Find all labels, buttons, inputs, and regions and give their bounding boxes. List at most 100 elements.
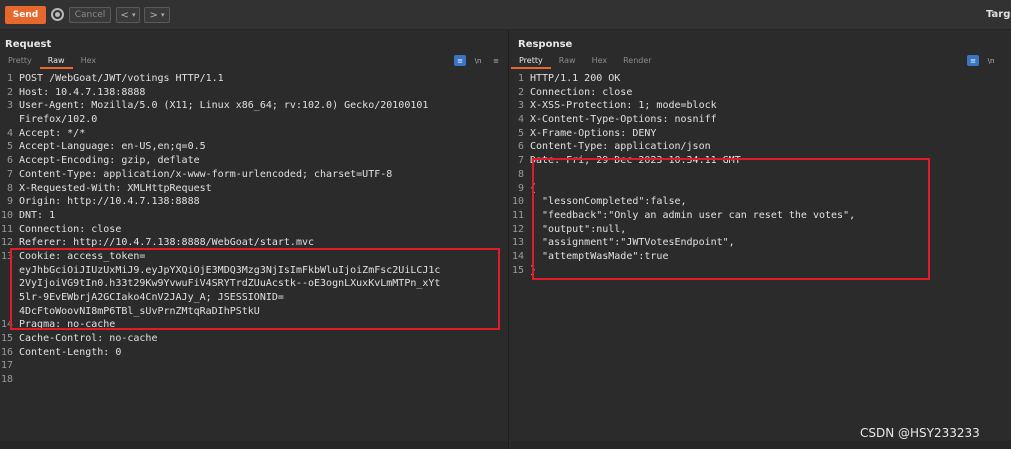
line-text: Content-Type: application/json	[530, 141, 711, 153]
back-history-dropdown-icon[interactable]: ▾	[132, 11, 136, 19]
line-number: 14	[511, 250, 524, 262]
line-text: X-Frame-Options: DENY	[530, 127, 657, 139]
send-button[interactable]: Send	[5, 6, 46, 24]
line-number: 2	[517, 86, 524, 98]
line-text: Content-Length: 0	[19, 346, 122, 358]
line-number: 1	[6, 73, 13, 84]
line-number: 4	[517, 114, 524, 126]
watermark: CSDN @HSY233233	[860, 426, 980, 440]
line-text: X-XSS-Protection: 1; mode=block	[530, 100, 717, 112]
code-line: 7 Content-Type: application/x-www-form-ur…	[0, 168, 508, 182]
request-tabs: Pretty Raw Hex	[0, 55, 104, 69]
code-line: 1 POST /WebGoat/JWT/votings HTTP/1.1	[0, 72, 508, 86]
wrap-lines-icon[interactable]: ≡	[454, 55, 466, 66]
code-line: 5 Accept-Language: en-US,en;q=0.5	[0, 140, 508, 154]
code-line: 4 Accept: */*	[0, 127, 508, 141]
line-text: Cache-Control: no-cache	[19, 333, 158, 345]
horizontal-scrollbar[interactable]	[511, 441, 1011, 449]
code-line: 9 Origin: http://10.4.7.138:8888	[0, 195, 508, 209]
code-line: 8 X-Requested-With: XMLHttpRequest	[0, 182, 508, 196]
response-tabs: Pretty Raw Hex Render	[511, 55, 660, 69]
tab-raw[interactable]: Raw	[39, 55, 73, 69]
response-editor[interactable]: 1 HTTP/1.1 200 OK 2 Connection: close 3 X-XSS…	[511, 71, 1011, 441]
request-editor[interactable]: 1 POST /WebGoat/JWT/votings HTTP/1.1 2 Host…	[0, 71, 508, 441]
line-number: 15	[0, 333, 13, 345]
line-text: Host: 10.4.7.138:8888	[19, 86, 146, 98]
line-text: Origin: http://10.4.7.138:8888	[19, 196, 200, 208]
line-number: 18	[0, 374, 13, 386]
json-highlight-box	[532, 158, 930, 280]
tab-hex[interactable]: Hex	[584, 55, 616, 69]
code-line: 15 Cache-Control: no-cache	[0, 332, 508, 346]
show-newlines-icon[interactable]: \n	[472, 55, 484, 66]
horizontal-scrollbar[interactable]	[0, 441, 508, 449]
request-lines: 1 POST /WebGoat/JWT/votings HTTP/1.1 2 Host…	[0, 72, 508, 387]
line-number: 4	[6, 127, 13, 139]
cancel-button[interactable]: Cancel	[69, 7, 111, 23]
code-line: 17	[0, 359, 508, 373]
tab-hex[interactable]: Hex	[73, 55, 105, 69]
line-number: 3	[517, 100, 524, 112]
line-text: X-Requested-With: XMLHttpRequest	[19, 182, 212, 194]
code-line: Firefox/102.0	[0, 113, 508, 127]
cookie-highlight-box	[10, 248, 500, 330]
show-newlines-icon[interactable]: \n	[985, 55, 997, 66]
code-line: 1 HTTP/1.1 200 OK	[511, 72, 1011, 86]
line-text: POST /WebGoat/JWT/votings HTTP/1.1	[19, 73, 224, 84]
line-number: 13	[511, 237, 524, 249]
toolbar: Send Cancel <▾ >▾ Targe	[0, 0, 1011, 30]
line-number: 7	[6, 168, 13, 180]
code-line: 3 User-Agent: Mozilla/5.0 (X11; Linux x86…	[0, 99, 508, 113]
line-text: DNT: 1	[19, 209, 56, 221]
menu-icon[interactable]: ≡	[490, 55, 502, 66]
tab-pretty[interactable]: Pretty	[511, 55, 551, 69]
line-text: Connection: close	[530, 86, 633, 98]
forward-history-dropdown-icon[interactable]: ▾	[161, 11, 165, 19]
chevron-right-icon: >	[149, 9, 158, 21]
tab-pretty[interactable]: Pretty	[0, 55, 40, 69]
code-line: 10 DNT: 1	[0, 209, 508, 223]
target-label[interactable]: Targe	[986, 9, 1011, 20]
line-number: 10	[511, 196, 524, 208]
line-number: 6	[517, 141, 524, 153]
gear-icon[interactable]	[51, 8, 64, 21]
line-text: Connection: close	[19, 223, 122, 235]
line-number: 7	[517, 155, 524, 167]
line-number: 2	[6, 86, 13, 98]
line-number: 16	[0, 346, 13, 358]
response-title: Response	[518, 39, 573, 50]
line-number: 5	[6, 141, 13, 153]
line-text: Content-Type: application/x-www-form-url…	[19, 168, 393, 180]
line-number: 3	[6, 100, 13, 112]
line-number: 9	[517, 182, 524, 194]
tab-render[interactable]: Render	[615, 55, 659, 69]
line-text: Accept-Encoding: gzip, deflate	[19, 155, 200, 167]
code-line: 2 Connection: close	[511, 86, 1011, 100]
code-line: 6 Content-Type: application/json	[511, 140, 1011, 154]
line-number: 11	[0, 223, 13, 235]
line-number: 15	[511, 264, 524, 276]
line-text: Accept: */*	[19, 127, 86, 139]
line-text: X-Content-Type-Options: nosniff	[530, 114, 717, 126]
line-number: 8	[517, 168, 524, 180]
request-title: Request	[5, 39, 52, 50]
response-panel: Response Pretty Raw Hex Render ≡ \n 1 HTT…	[511, 30, 1011, 449]
line-text: Firefox/102.0	[19, 114, 98, 126]
code-line: 6 Accept-Encoding: gzip, deflate	[0, 154, 508, 168]
line-number: 11	[511, 209, 524, 221]
chevron-left-icon: <	[120, 9, 129, 21]
line-number: 6	[6, 155, 13, 167]
line-number: 10	[0, 209, 13, 221]
code-line: 11 Connection: close	[0, 223, 508, 237]
forward-button[interactable]: > ▾	[144, 7, 170, 23]
request-panel: Request Pretty Raw Hex ≡ \n ≡ 1 POST /Web…	[0, 30, 509, 449]
tab-raw[interactable]: Raw	[551, 55, 584, 69]
code-line: 4 X-Content-Type-Options: nosniff	[511, 113, 1011, 127]
wrap-lines-icon[interactable]: ≡	[967, 55, 979, 66]
code-line: 5 X-Frame-Options: DENY	[511, 127, 1011, 141]
line-number: 1	[517, 73, 524, 84]
line-number: 5	[517, 127, 524, 139]
back-button[interactable]: < ▾	[116, 7, 140, 23]
line-number: 17	[0, 360, 13, 372]
line-text: User-Agent: Mozilla/5.0 (X11; Linux x86_…	[19, 100, 429, 112]
